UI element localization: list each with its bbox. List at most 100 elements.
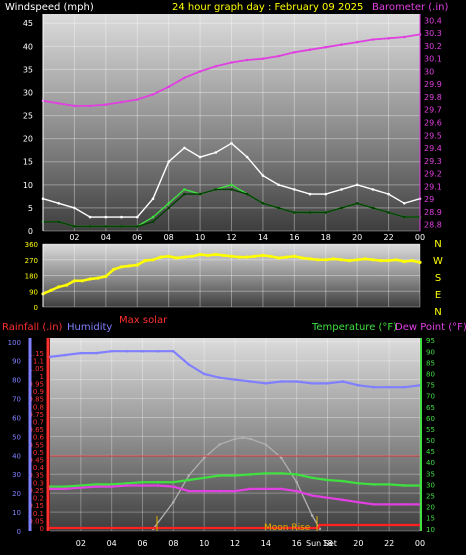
data-point [249,437,252,441]
data-point [104,225,108,228]
compass-label: E [435,290,441,301]
data-point [151,197,155,200]
data-point [218,474,221,477]
data-point [316,258,320,262]
data-point [295,380,299,383]
data-point [277,54,280,58]
data-point [183,146,186,150]
compass-label: N [434,307,441,318]
tick-label: 16 [289,233,299,242]
tick-label: 0 [40,525,44,533]
tick-label: 35 [23,65,33,74]
data-point [190,254,194,258]
data-point [324,45,328,49]
tick-label: 40 [23,42,33,51]
data-point [72,279,76,283]
right-axis-ticks: 28.8 28.9 29 29.1 29.2 29.3 29.4 29.5 29.6 29.7 29… [424,16,442,229]
tick-label: 80 [426,370,435,378]
data-point [233,378,237,381]
tick-label: 90 [12,358,21,366]
data-point [264,382,268,385]
data-point [264,472,268,475]
tick-label: 02 [69,233,79,242]
data-point [324,211,328,214]
left-axis-ticks: 0 90 180 270 360 [25,241,38,312]
data-point [183,76,186,80]
data-point [218,376,221,380]
data-point [187,474,191,477]
data-point [310,476,314,480]
data-point [214,252,218,257]
tick-label: 40 [12,452,21,460]
data-point [214,65,218,68]
data-point [79,486,83,490]
tick-label: 360 [25,241,38,249]
tick-label: 30.4 [424,16,442,25]
data-point [64,353,67,357]
moon-rise-annotation: Moon Rise [264,523,311,533]
tick-label: 0.2 [33,495,44,503]
data-point [402,259,406,264]
data-point [269,254,273,258]
weather-graphs: 051015202530354045 28.828.92929.129.229.… [2,2,466,548]
data-point [403,202,406,205]
tick-label: 55 [426,426,435,434]
left-axis-label: Windspeed (mph) [5,2,94,13]
data-point [280,456,283,460]
data-point [198,155,202,159]
data-point [125,484,129,487]
tick-label: 95 [426,337,435,345]
wind-barometer-panel: 0 5 10 15 20 25 30 35 40 45 28.8 28.9 29 29.1 29.2 29.… [5,2,448,242]
data-point [214,151,218,154]
data-point [403,484,406,487]
tick-label: 06 [137,539,147,548]
data-point [372,385,376,389]
tick-label: 12 [226,233,236,242]
data-point [277,183,280,187]
tick-label: 40 [426,459,435,467]
data-point [187,478,191,482]
data-point [202,489,206,493]
data-point [387,192,390,196]
data-point [218,489,221,493]
data-point [233,474,237,477]
tick-label: 29.2 [424,170,442,179]
data-point [293,188,296,191]
data-point [277,206,280,210]
data-point [119,265,124,269]
data-point [403,385,406,389]
tick-label: 270 [25,257,38,265]
rainfall-label: Rainfall (.in) [2,322,63,333]
tick-label: 0.3 [33,479,44,487]
tick-label: 80 [12,377,21,385]
data-point [310,494,314,497]
data-point [141,349,144,353]
data-point [110,349,113,353]
data-point [198,192,202,196]
humidity-label: Humidity [67,322,112,333]
data-point [182,255,186,259]
tick-label: 0.6 [33,434,45,442]
data-point [202,372,206,376]
data-point [167,160,170,163]
data-point [187,489,191,493]
tick-label: 30.2 [424,42,442,51]
data-point [49,288,53,292]
data-point [112,267,116,271]
compass-label: S [435,273,441,284]
data-point [379,259,383,263]
data-point [167,206,170,210]
data-point [295,480,299,484]
sun-set-annotation: Sun Set [306,539,337,548]
data-point [355,40,359,44]
data-point [64,487,67,491]
data-point [308,192,312,196]
data-point [387,385,391,389]
tick-label: 04 [107,539,117,548]
data-point [403,503,406,506]
data-point [206,253,210,257]
data-point [371,206,375,210]
data-point [363,257,367,261]
right-axis-label: Barometer (.in) [372,2,448,13]
data-point [261,174,265,177]
